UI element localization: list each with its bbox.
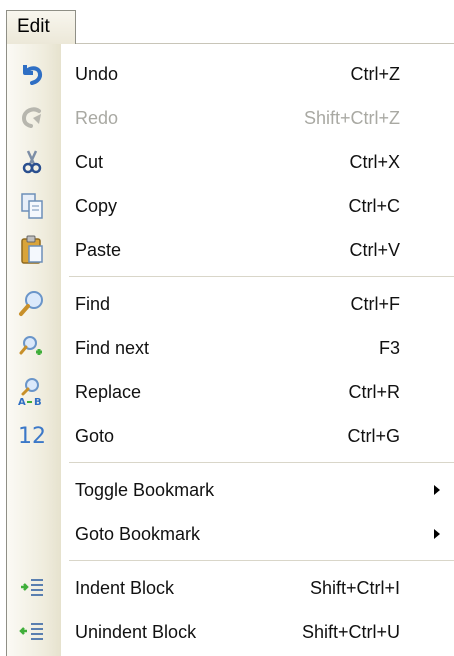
menu-item-shortcut: Shift+Ctrl+Z	[303, 108, 400, 128]
menu-item-goto[interactable]: 12 Goto Ctrl+G	[7, 414, 454, 458]
menu-item-cut[interactable]: Cut Ctrl+X	[7, 140, 454, 184]
menu-item-label: Goto	[75, 426, 115, 446]
menu-item-label: Copy	[75, 196, 118, 216]
goto-icon: 12	[18, 423, 46, 449]
unindent-icon	[15, 616, 49, 648]
menu-item-label: Indent Block	[75, 578, 175, 598]
indent-icon	[15, 572, 49, 604]
menubar: Edit	[0, 0, 454, 44]
menu-item-redo[interactable]: Redo Shift+Ctrl+Z	[7, 96, 454, 140]
menu-item-shortcut: Ctrl+C	[348, 196, 400, 216]
menu-item-shortcut: F3	[378, 338, 400, 358]
menu-item-undo[interactable]: Undo Ctrl+Z	[7, 52, 454, 96]
menu-item-label: Paste	[75, 240, 122, 260]
menu-item-shortcut: Ctrl+R	[348, 382, 400, 402]
menu-item-indent-block[interactable]: Indent Block Shift+Ctrl+I	[7, 566, 454, 610]
menu-item-label: Replace	[75, 382, 142, 402]
menu-item-label: Cut	[75, 152, 104, 172]
menu-item-shortcut: Ctrl+Z	[350, 64, 401, 84]
svg-text:A: A	[18, 397, 26, 407]
menu-item-unindent-block[interactable]: Unindent Block Shift+Ctrl+U	[7, 610, 454, 654]
menu-item-label: Goto Bookmark	[75, 524, 201, 544]
menu-item-label: Find next	[75, 338, 150, 358]
menu-item-shortcut: Ctrl+F	[350, 294, 401, 314]
menu-item-shortcut: Ctrl+V	[349, 240, 400, 260]
svg-text:B: B	[34, 397, 42, 407]
menu-item-toggle-bookmark[interactable]: Toggle Bookmark	[7, 468, 454, 512]
find-icon	[15, 288, 49, 320]
find-next-icon	[15, 332, 49, 364]
menu-item-find-next[interactable]: Find next F3	[7, 326, 454, 370]
submenu-arrow-icon	[434, 485, 440, 495]
menu-item-label: Find	[75, 294, 111, 314]
menu-item-label: Toggle Bookmark	[75, 480, 215, 500]
menu-item-paste[interactable]: Paste Ctrl+V	[7, 228, 454, 272]
menu-separator	[69, 560, 454, 562]
paste-icon	[15, 234, 49, 266]
menu-item-goto-bookmark[interactable]: Goto Bookmark	[7, 512, 454, 556]
menu-item-copy[interactable]: Copy Ctrl+C	[7, 184, 454, 228]
menu-item-shortcut: Ctrl+X	[349, 152, 400, 172]
menu-item-replace[interactable]: A B Replace Ctrl+R	[7, 370, 454, 414]
redo-icon	[15, 102, 49, 134]
menu-separator	[69, 276, 454, 278]
menu-item-shortcut: Ctrl+G	[347, 426, 400, 446]
submenu-arrow-icon	[434, 529, 440, 539]
menu-item-label: Unindent Block	[75, 622, 197, 642]
menu-separator	[69, 462, 454, 464]
edit-dropdown-menu: Undo Ctrl+Z Redo Shift+Ctrl+Z Cut Ctrl+X	[6, 44, 454, 656]
copy-icon	[15, 190, 49, 222]
menu-item-label: Undo	[75, 64, 119, 84]
replace-icon: A B	[15, 376, 49, 408]
edit-menu-title[interactable]: Edit	[6, 10, 76, 44]
menu-item-find[interactable]: Find Ctrl+F	[7, 282, 454, 326]
undo-icon	[15, 58, 49, 90]
menu-item-label: Redo	[75, 108, 119, 128]
scissors-icon	[15, 146, 49, 178]
menu-item-shortcut: Shift+Ctrl+U	[301, 622, 400, 642]
menu-item-shortcut: Shift+Ctrl+I	[309, 578, 400, 598]
